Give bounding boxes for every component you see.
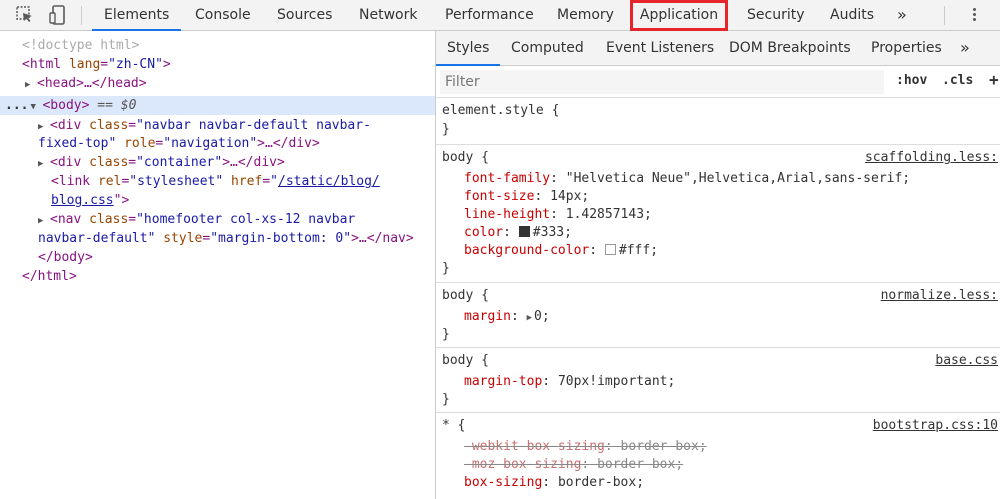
tab-application[interactable]: Application <box>630 0 728 31</box>
dom-html-close[interactable]: </html> <box>22 267 77 286</box>
rule-close-brace: } <box>442 122 450 137</box>
css-property[interactable]: margin-top: 70px!important; <box>464 373 675 391</box>
color-swatch[interactable] <box>518 226 530 237</box>
sidebar-tabs: Styles Computed Event Listeners DOM Brea… <box>436 31 1000 66</box>
color-swatch[interactable] <box>604 244 616 255</box>
expand-shorthand-arrow-icon[interactable]: ▶ <box>527 313 532 323</box>
dom-link-node[interactable]: <link rel="stylesheet" href="/static/blo… <box>51 172 380 191</box>
styles-filter-bar: :hov .cls + <box>436 66 1000 98</box>
rule-close-brace: } <box>442 392 450 407</box>
rule-selector[interactable]: body { <box>442 352 489 370</box>
rule-element-style: element.style { } <box>436 99 1000 145</box>
stylesheet-link[interactable]: /static/blog/ <box>278 174 380 189</box>
dom-link-node-cont[interactable]: blog.css"> <box>51 191 129 210</box>
tab-sources[interactable]: Sources <box>277 0 332 31</box>
tab-styles[interactable]: Styles <box>436 31 501 66</box>
tab-network[interactable]: Network <box>359 0 417 31</box>
stylesheet-link[interactable]: blog.css <box>51 193 114 208</box>
css-property[interactable]: margin: ▶ 0; <box>464 308 550 327</box>
tab-security[interactable]: Security <box>747 0 805 31</box>
dom-doctype[interactable]: <!doctype html> <box>22 36 139 55</box>
collapse-arrow-icon[interactable]: ▼ <box>30 98 42 117</box>
rule-source-link[interactable]: scaffolding.less: <box>865 149 998 167</box>
dom-body-close[interactable]: </body> <box>38 248 93 267</box>
rule-selector[interactable]: * { <box>442 417 465 435</box>
dom-head-node[interactable]: ▶ <head>…</head> <box>25 74 147 95</box>
tab-dom-breakpoints[interactable]: DOM Breakpoints <box>729 31 851 66</box>
css-property-overridden[interactable]: -moz-box-sizing: border-box; <box>464 456 683 474</box>
tab-properties[interactable]: Properties <box>871 31 942 66</box>
rule-source-link[interactable]: bootstrap.css:10 <box>873 417 998 435</box>
toolbar-divider <box>81 6 82 25</box>
css-property[interactable]: font-family: "Helvetica Neue",Helvetica,… <box>464 170 910 188</box>
tab-console[interactable]: Console <box>195 0 251 31</box>
rule-body-normalize: body { normalize.less: margin: ▶ 0; } <box>436 284 1000 348</box>
css-property-overridden[interactable]: -webkit-box-sizing: border-box; <box>464 438 707 456</box>
rule-close-brace: } <box>442 327 450 342</box>
expand-arrow-icon[interactable]: ▶ <box>25 76 37 95</box>
more-sidebar-tabs-chevron-icon[interactable]: » <box>960 31 970 66</box>
css-property[interactable]: box-sizing: border-box; <box>464 474 644 492</box>
new-style-rule-plus-icon[interactable]: + <box>989 70 999 89</box>
more-tabs-chevron-icon[interactable]: » <box>897 0 907 31</box>
toolbar-divider <box>944 6 945 25</box>
css-property[interactable]: line-height: 1.42857143; <box>464 206 652 224</box>
css-property[interactable]: color: #333; <box>464 224 572 242</box>
tab-audits[interactable]: Audits <box>830 0 874 31</box>
rule-body-scaffolding: body { scaffolding.less: font-family: "H… <box>436 146 1000 283</box>
rule-source-link[interactable]: normalize.less: <box>881 287 998 305</box>
tab-memory[interactable]: Memory <box>557 0 614 31</box>
rule-source-link[interactable]: base.css <box>935 352 998 370</box>
rule-close-brace: } <box>442 261 450 276</box>
rule-selector[interactable]: body { <box>442 149 489 167</box>
expand-arrow-icon[interactable]: ▶ <box>38 155 50 174</box>
tab-elements[interactable]: Elements <box>92 0 182 31</box>
rule-selector[interactable]: element.style { <box>442 102 559 120</box>
node-actions-ellipsis[interactable]: ... <box>5 98 28 113</box>
css-property[interactable]: background-color: #fff; <box>464 242 658 260</box>
class-toggle[interactable]: .cls <box>942 73 973 88</box>
dom-div-container-node[interactable]: ▶ <div class="container">…</div> <box>38 153 285 174</box>
rule-universal-bootstrap: * { bootstrap.css:10 -webkit-box-sizing:… <box>436 414 1000 499</box>
dom-nav-node[interactable]: ▶ <nav class="homefooter col-xs-12 navbar <box>38 210 355 231</box>
dom-nav-node-cont[interactable]: navbar-default" style="margin-bottom: 0"… <box>38 229 414 248</box>
device-toolbar-icon[interactable] <box>47 4 69 26</box>
dom-body-node[interactable]: ... ▼ <body> == $0 <box>5 96 136 117</box>
tab-performance[interactable]: Performance <box>445 0 534 31</box>
rule-body-base: body { base.css margin-top: 70px!importa… <box>436 349 1000 413</box>
rule-selector[interactable]: body { <box>442 287 489 305</box>
devtools-toolbar: Elements Console Sources Network Perform… <box>0 0 1000 31</box>
styles-filter-input[interactable] <box>440 70 884 94</box>
dom-div-navbar-node-cont[interactable]: fixed-top" role="navigation">…</div> <box>38 134 320 153</box>
dom-html-node[interactable]: <html lang="zh-CN"> <box>22 55 171 74</box>
tab-event-listeners[interactable]: Event Listeners <box>606 31 714 66</box>
kebab-menu-icon[interactable] <box>971 6 977 26</box>
tab-computed[interactable]: Computed <box>511 31 584 66</box>
inspect-element-icon[interactable] <box>14 4 36 26</box>
css-property[interactable]: font-size: 14px; <box>464 188 589 206</box>
hover-state-toggle[interactable]: :hov <box>896 73 927 88</box>
dom-tree-panel: <!doctype html> <html lang="zh-CN"> ▶ <he… <box>0 31 435 499</box>
